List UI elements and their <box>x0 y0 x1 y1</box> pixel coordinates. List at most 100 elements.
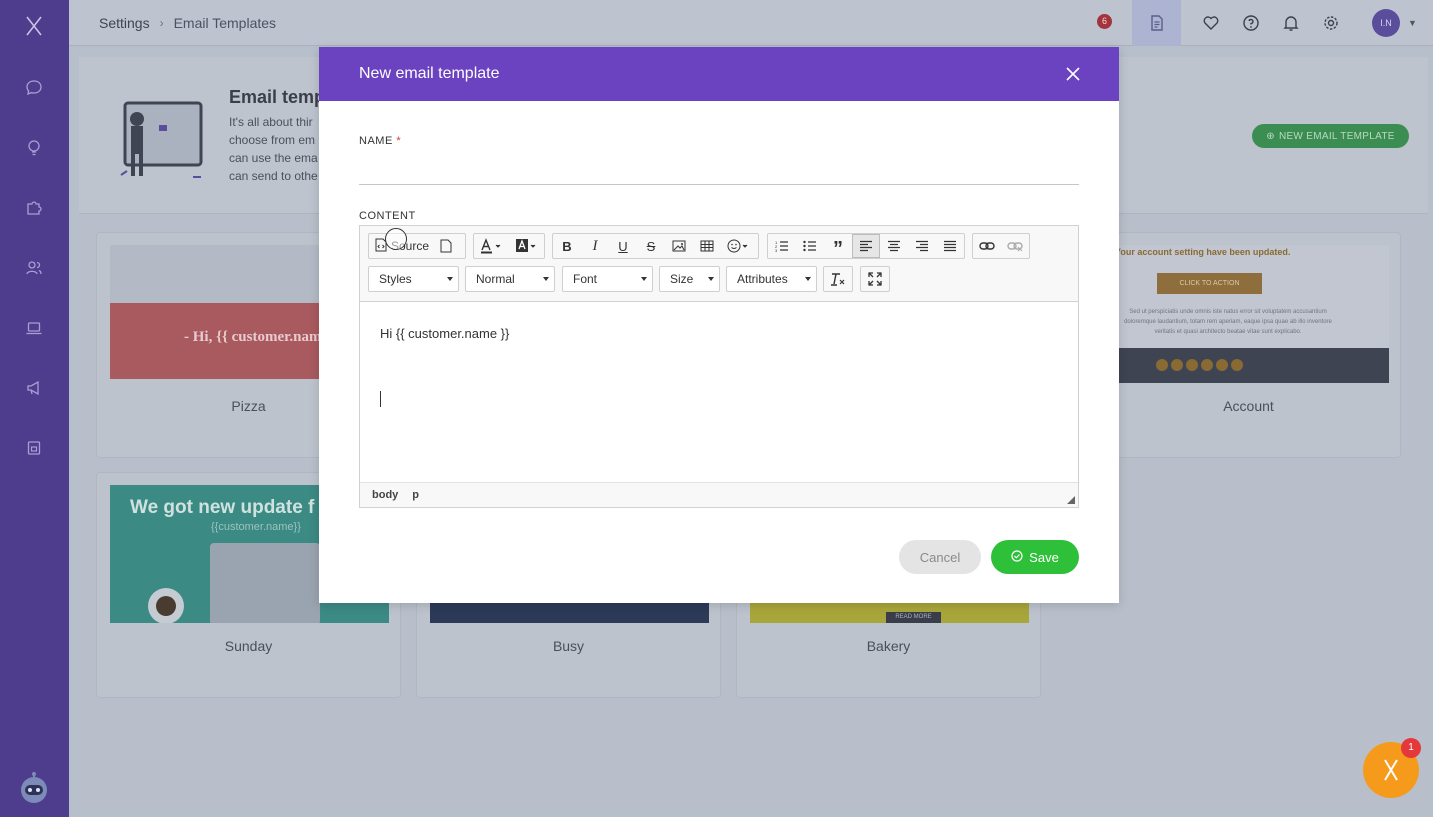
account-thumb-title: Your account setting have been updated. <box>1115 247 1291 257</box>
toolbar-group-basic-styles: B I U S <box>552 233 759 259</box>
check-circle-icon <box>1011 549 1023 565</box>
underline-icon[interactable]: U <box>609 234 637 258</box>
gear-icon[interactable] <box>1320 12 1342 34</box>
app-logo-icon <box>1384 759 1398 781</box>
sidebar <box>0 0 69 817</box>
numbered-list-icon[interactable]: 123 <box>768 234 796 258</box>
unlink-icon[interactable] <box>1001 234 1029 258</box>
toolbar-group-document: Source <box>368 233 466 259</box>
align-center-icon[interactable] <box>880 234 908 258</box>
lightbulb-icon[interactable] <box>22 136 46 160</box>
breadcrumb-separator: › <box>159 16 164 30</box>
toolbar-group-links <box>972 233 1030 259</box>
dropdown-arrow-icon <box>805 277 811 281</box>
bullet-list-icon[interactable] <box>796 234 824 258</box>
table-icon[interactable] <box>693 234 721 258</box>
image-icon[interactable] <box>665 234 693 258</box>
new-email-template-label: NEW EMAIL TEMPLATE <box>1278 130 1395 142</box>
close-icon[interactable] <box>1063 64 1083 84</box>
chat-icon[interactable] <box>22 76 46 100</box>
format-dropdown[interactable]: Normal <box>465 266 555 292</box>
save-button[interactable]: Save <box>991 540 1079 574</box>
breadcrumb-settings[interactable]: Settings <box>99 15 150 31</box>
cancel-button[interactable]: Cancel <box>899 540 981 574</box>
toolbar-group-paragraph: 123 ” <box>767 233 965 259</box>
account-thumb-body: Sed ut perspiciatis unde omnis iste natu… <box>1124 309 1332 335</box>
modal-title: New email template <box>359 65 500 82</box>
strikethrough-icon[interactable]: S <box>637 234 665 258</box>
heart-icon[interactable] <box>1200 12 1222 34</box>
chat-notification-badge: 1 <box>1401 738 1421 758</box>
save-button-label: Save <box>1029 549 1059 565</box>
align-right-icon[interactable] <box>908 234 936 258</box>
justify-icon[interactable] <box>936 234 964 258</box>
archive-icon[interactable] <box>22 436 46 460</box>
editor-content-area[interactable]: Hi {{ customer.name }} <box>360 302 1078 482</box>
social-icons <box>1156 359 1243 371</box>
chevron-down-icon[interactable]: ▼ <box>1408 18 1417 28</box>
styles-dropdown-label: Styles <box>379 272 412 286</box>
hero-title: Email temp <box>229 87 326 107</box>
app-logo-icon[interactable] <box>22 14 46 38</box>
dropdown-arrow-icon <box>543 277 549 281</box>
link-icon[interactable] <box>973 234 1001 258</box>
editor-text: Hi {{ customer.name }} <box>380 326 510 341</box>
hero-description: It's all about thir choose from em can u… <box>229 115 318 183</box>
template-card-account[interactable]: Your account setting have been updated. … <box>1096 232 1401 458</box>
puzzle-icon[interactable] <box>22 196 46 220</box>
size-dropdown[interactable]: Size <box>659 266 720 292</box>
bell-icon[interactable] <box>1280 12 1302 34</box>
styles-dropdown[interactable]: Styles <box>368 266 459 292</box>
rich-text-editor: Source B I U S 1 2 3 ” Styles Normal Fon… <box>359 225 1079 508</box>
new-email-template-button[interactable]: ⊕ NEW EMAIL TEMPLATE <box>1252 124 1409 148</box>
account-thumb-cta: CLICK TO ACTION <box>1157 273 1262 294</box>
align-left-icon[interactable] <box>852 234 880 258</box>
required-mark: * <box>396 135 402 147</box>
notification-count-badge[interactable]: 6 <box>1097 14 1112 29</box>
toolbar-group-colors <box>473 233 545 259</box>
avatar[interactable]: I.N <box>1372 9 1400 37</box>
dropdown-arrow-icon <box>447 277 453 281</box>
document-icon[interactable] <box>1146 12 1168 34</box>
template-thumbnail: Your account setting have been updated. … <box>1110 245 1389 383</box>
users-icon[interactable] <box>22 256 46 280</box>
text-color-icon[interactable] <box>474 234 510 258</box>
font-dropdown[interactable]: Font <box>562 266 653 292</box>
topbar: Settings › Email Templates 6 I.N ▼ <box>69 0 1433 46</box>
emoji-icon[interactable] <box>721 234 755 258</box>
content-label: CONTENT <box>359 210 416 222</box>
bakery-thumb-button: READ MORE <box>886 612 941 623</box>
svg-text:3: 3 <box>775 248 778 252</box>
italic-icon[interactable]: I <box>581 234 609 258</box>
font-dropdown-label: Font <box>573 272 598 286</box>
template-label: Bakery <box>866 638 911 654</box>
resize-handle-icon[interactable] <box>1067 496 1075 504</box>
path-p[interactable]: p <box>412 489 419 501</box>
maximize-icon[interactable] <box>861 267 889 291</box>
plus-circle-icon: ⊕ <box>1266 130 1275 142</box>
sunday-thumb-title: We got new update f <box>130 497 315 518</box>
bold-icon[interactable]: B <box>553 234 581 258</box>
presentation-illustration-icon <box>115 97 211 183</box>
blockquote-icon[interactable]: ” <box>824 234 852 259</box>
remove-format-icon[interactable] <box>824 267 852 291</box>
breadcrumb: Settings › Email Templates <box>99 15 276 31</box>
dropdown-arrow-icon <box>641 277 647 281</box>
template-label: Account <box>1223 398 1274 414</box>
megaphone-icon[interactable] <box>22 376 46 400</box>
bot-icon[interactable] <box>16 770 52 806</box>
path-body[interactable]: body <box>372 489 398 501</box>
help-icon[interactable] <box>1240 12 1262 34</box>
attributes-dropdown[interactable]: Attributes <box>726 266 817 292</box>
laptop-icon[interactable] <box>22 316 46 340</box>
editor-toolbar: Source B I U S 1 2 3 ” Styles Normal Fon… <box>360 226 1078 302</box>
name-input[interactable] <box>359 157 1079 185</box>
size-dropdown-label: Size <box>670 272 694 286</box>
text-caret <box>380 391 381 407</box>
template-label: Busy <box>552 638 585 654</box>
breadcrumb-current: Email Templates <box>173 15 277 31</box>
background-color-icon[interactable] <box>510 234 544 258</box>
mouse-cursor-icon <box>385 228 407 250</box>
new-page-icon[interactable] <box>435 234 457 258</box>
sunday-thumb-sub: {{customer.name}} <box>211 521 301 533</box>
